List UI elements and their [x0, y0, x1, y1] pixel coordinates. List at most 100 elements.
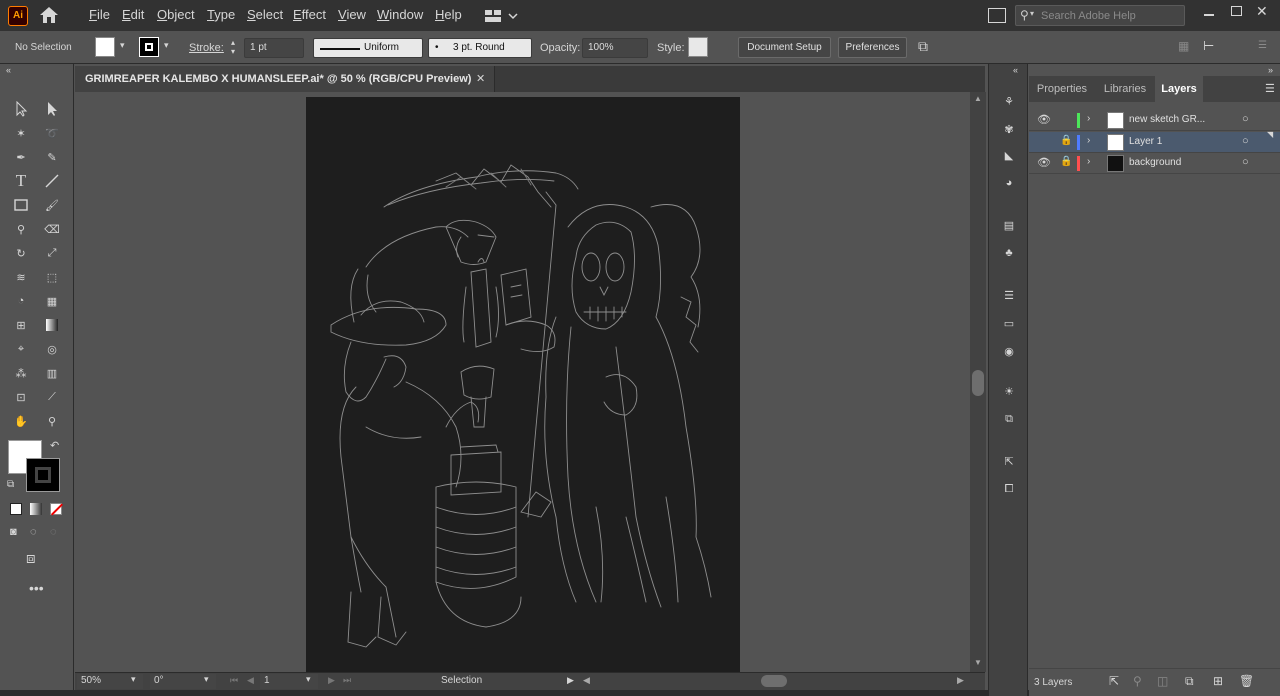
swap-fill-stroke-icon[interactable]: ↶	[50, 439, 59, 452]
graphic-styles-icon[interactable]: ⧉	[989, 406, 1029, 432]
canvas-area[interactable]: ▲	[75, 92, 970, 672]
transparency-icon[interactable]: ◉	[989, 338, 1029, 364]
rotate-tool-icon[interactable]: ↻	[9, 242, 33, 264]
expand-layer-icon[interactable]: ›	[1087, 156, 1090, 167]
symbols-icon[interactable]: ♣	[989, 240, 1029, 266]
gradient-mode-icon[interactable]	[30, 503, 42, 515]
draw-behind-icon[interactable]: ◌	[30, 526, 37, 538]
home-icon[interactable]	[38, 5, 60, 25]
close-window-icon[interactable]: ✕	[1256, 3, 1268, 20]
status-menu-icon[interactable]: ▶	[567, 675, 574, 686]
collapse-panel-icon[interactable]: »	[1268, 65, 1273, 75]
artboard[interactable]	[306, 97, 740, 672]
pen-tool-icon[interactable]: ✒	[9, 146, 33, 168]
swatches-icon[interactable]: ▤	[989, 212, 1029, 238]
opacity-label[interactable]: Opacity:	[540, 42, 580, 54]
rectangle-tool-icon[interactable]	[9, 194, 33, 216]
arrange-documents-icon[interactable]	[988, 8, 1006, 23]
menu-help[interactable]: Help	[435, 7, 462, 22]
hscroll-right-icon[interactable]: ▶	[957, 675, 964, 686]
type-tool-icon[interactable]: T	[9, 170, 33, 192]
previous-artboard-icon[interactable]: ◀	[247, 675, 254, 686]
none-mode-icon[interactable]	[50, 503, 64, 516]
warp-tool-icon[interactable]: ≋	[9, 266, 33, 288]
menu-type[interactable]: Type	[207, 7, 235, 22]
workspace-switcher-icon[interactable]	[484, 8, 518, 24]
gradient-tool-icon[interactable]	[40, 314, 64, 336]
collapse-toolbar-icon[interactable]: «	[6, 65, 11, 75]
panel-menu-icon[interactable]: ☰	[1265, 82, 1275, 95]
paintbrush-tool-icon[interactable]: 🖌	[40, 194, 64, 216]
stroke-label[interactable]: Stroke:	[189, 42, 224, 54]
eraser-tool-icon[interactable]: ⌫	[40, 218, 64, 240]
stroke-swatch[interactable]	[139, 37, 159, 57]
brushes-icon[interactable]: ✾	[989, 116, 1029, 142]
locate-object-icon[interactable]: ⚲	[1133, 674, 1142, 688]
layer-row-new-sketch[interactable]: 👁 › new sketch GR... ○	[1029, 110, 1280, 131]
rotation-field[interactable]: 0° ▾	[150, 674, 216, 689]
layer-name[interactable]: Layer 1	[1129, 136, 1162, 147]
scroll-up-icon[interactable]: ▲	[974, 94, 982, 103]
layer-name[interactable]: new sketch GR...	[1129, 114, 1205, 125]
gradient-panel-icon[interactable]: ▭	[989, 310, 1029, 336]
delete-layer-icon[interactable]: 🗑	[1239, 674, 1254, 688]
menu-edit[interactable]: Edit	[122, 7, 144, 22]
default-fill-stroke-icon[interactable]: ⧉	[7, 479, 14, 490]
appearance-icon[interactable]: ☀	[989, 378, 1029, 404]
variable-width-profile[interactable]: Uniform	[313, 38, 423, 58]
menu-window[interactable]: Window	[377, 7, 423, 22]
lock-icon[interactable]: 🔒	[1060, 135, 1072, 146]
zoom-tool-icon[interactable]: ⚲	[40, 410, 64, 432]
color-mode-icon[interactable]	[10, 503, 22, 515]
expand-layer-icon[interactable]: ›	[1087, 135, 1090, 146]
stroke-panel-icon[interactable]: ☰	[989, 282, 1029, 308]
visibility-eye-icon[interactable]: 👁	[1037, 156, 1051, 169]
menu-effect[interactable]: Effect	[293, 7, 326, 22]
clipping-mask-icon[interactable]: ◫	[1157, 674, 1168, 688]
visibility-eye-icon[interactable]: 👁	[1037, 113, 1051, 126]
tab-libraries[interactable]: Libraries	[1095, 76, 1155, 102]
hscroll-left-icon[interactable]: ◀	[583, 675, 590, 686]
transform-icon[interactable]: ⊢	[1203, 38, 1214, 54]
zoom-field[interactable]: 50% ▾	[77, 674, 143, 689]
shape-builder-tool-icon[interactable]: ◔	[9, 290, 33, 312]
lasso-tool-icon[interactable]: ➰	[40, 122, 64, 144]
selection-tool-icon[interactable]	[9, 98, 33, 120]
style-swatch[interactable]	[688, 37, 708, 57]
draw-normal-icon[interactable]: ◙	[10, 526, 17, 538]
first-artboard-icon[interactable]: ⏮	[230, 675, 238, 686]
panel-menu-icon[interactable]: ☰	[1258, 40, 1267, 51]
zoom-dropdown-icon[interactable]: ▾	[131, 674, 136, 685]
shaper-tool-icon[interactable]: ⚲	[9, 218, 33, 240]
fill-dropdown-icon[interactable]: ▾	[120, 40, 125, 51]
rotation-dropdown-icon[interactable]: ▾	[204, 674, 209, 685]
target-icon[interactable]: ○	[1242, 135, 1249, 147]
layer-row-background[interactable]: 👁 🔒 › background ○	[1029, 153, 1280, 174]
minimize-icon[interactable]	[1204, 14, 1214, 16]
artboard-dropdown-icon[interactable]: ▾	[306, 674, 311, 685]
stroke-stepper-icon[interactable]: ▴ ▾	[231, 38, 235, 56]
blend-tool-icon[interactable]: ◎	[40, 338, 64, 360]
curvature-tool-icon[interactable]: ✎	[40, 146, 64, 168]
scale-tool-icon[interactable]: ⤢	[40, 242, 64, 264]
layer-name[interactable]: background	[1129, 157, 1181, 168]
stroke-dropdown-icon[interactable]: ▾	[164, 40, 169, 51]
layer-row-layer-1[interactable]: 🔒 › Layer 1 ○ ◥	[1029, 130, 1280, 153]
new-layer-icon[interactable]: ⊞	[1213, 674, 1223, 688]
color-guide-icon[interactable]: ◣	[989, 142, 1029, 168]
menu-object[interactable]: Object	[157, 7, 195, 22]
preferences-button[interactable]: Preferences	[838, 37, 907, 58]
target-icon[interactable]: ○	[1242, 113, 1249, 125]
collapse-icons-icon[interactable]: «	[1013, 65, 1018, 75]
horizontal-scroll-thumb[interactable]	[761, 675, 787, 687]
direct-selection-tool-icon[interactable]	[40, 98, 64, 120]
color-icon[interactable]: ◕	[989, 170, 1029, 196]
puppet-warp-icon[interactable]: ⚘	[989, 88, 1029, 114]
menu-view[interactable]: View	[338, 7, 366, 22]
tab-properties[interactable]: Properties	[1031, 76, 1093, 102]
vertical-scrollbar[interactable]: ▲ ▼	[970, 92, 986, 672]
column-graph-tool-icon[interactable]: ▥	[40, 362, 64, 384]
artboard-tool-icon[interactable]: ⊡	[9, 386, 33, 408]
expand-layer-icon[interactable]: ›	[1087, 113, 1090, 124]
tab-layers[interactable]: Layers	[1155, 76, 1203, 102]
